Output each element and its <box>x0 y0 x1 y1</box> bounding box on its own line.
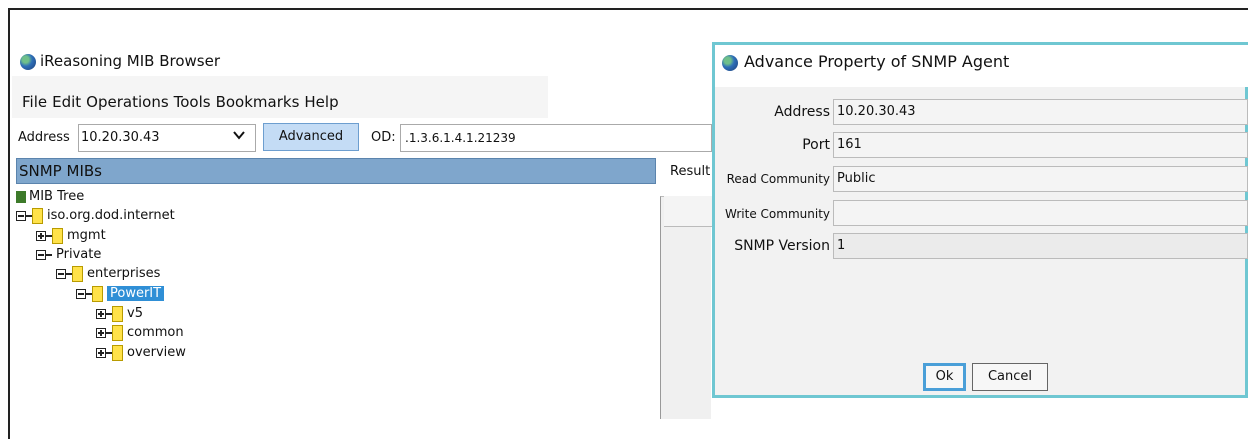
folder-icon <box>112 305 123 322</box>
write-community-label: Write Community <box>725 207 830 221</box>
tree-node-label: MIB Tree <box>29 189 85 204</box>
tree-node-common[interactable]: common <box>96 324 184 344</box>
read-community-field[interactable]: Public <box>833 166 1248 192</box>
result-panel <box>660 196 711 419</box>
snmp-version-label: SNMP Version <box>734 238 830 254</box>
address-value: 10.20.30.43 <box>81 130 160 145</box>
expand-icon[interactable] <box>36 230 46 241</box>
collapse-icon[interactable] <box>36 249 46 260</box>
address-field[interactable]: 10.20.30.43 <box>833 99 1248 125</box>
menu-operations[interactable]: Operations <box>86 93 168 111</box>
folder-icon <box>112 344 123 361</box>
expand-icon[interactable] <box>96 308 106 319</box>
tree-node-enterprises[interactable]: enterprises <box>56 265 160 285</box>
result-tab[interactable]: Result <box>670 164 710 179</box>
ok-button[interactable]: Ok <box>923 363 966 391</box>
folder-icon <box>52 227 63 244</box>
tree-node-powerit[interactable]: PowerIT <box>76 285 165 305</box>
folder-icon <box>92 285 103 302</box>
tree-node-label: mgmt <box>67 228 106 243</box>
tree-node-v5[interactable]: v5 <box>96 305 143 325</box>
dialog-title: Advance Property of SNMP Agent <box>722 52 1009 71</box>
tree-node-mgmt[interactable]: mgmt <box>36 227 106 247</box>
chevron-down-icon[interactable] <box>233 129 245 141</box>
tree-root-icon <box>16 190 26 203</box>
folder-icon <box>112 324 123 341</box>
tree-node-label: overview <box>127 345 186 360</box>
folder-icon <box>72 265 83 282</box>
menu-tools[interactable]: Tools <box>174 93 211 111</box>
dialog-title-text: Advance Property of SNMP Agent <box>744 52 1010 71</box>
collapse-icon[interactable] <box>76 288 86 299</box>
port-field-label: Port <box>802 137 830 153</box>
window-title-text: iReasoning MIB Browser <box>40 52 221 70</box>
cancel-button[interactable]: Cancel <box>972 363 1048 391</box>
menu-file[interactable]: File <box>22 93 47 111</box>
tree-node-label-selected: PowerIT <box>107 286 165 301</box>
result-table-header <box>664 196 712 227</box>
main-window-title: iReasoning MIB Browser <box>20 52 220 70</box>
collapse-icon[interactable] <box>16 210 26 221</box>
port-field[interactable]: 161 <box>833 132 1248 158</box>
folder-icon <box>32 207 43 224</box>
read-community-label: Read Community <box>726 172 830 186</box>
tree-node-label: Private <box>56 247 102 262</box>
menubar: File Edit Operations Tools Bookmarks Help <box>22 93 344 111</box>
tree-node-label: v5 <box>127 306 143 321</box>
tree-root[interactable]: MIB Tree <box>16 188 84 208</box>
address-label: Address <box>18 130 70 145</box>
globe-icon <box>20 53 36 70</box>
mib-tree: MIB Tree iso.org.dod.internet mgmt Priva… <box>16 188 656 418</box>
tree-node-label: enterprises <box>87 266 161 281</box>
tree-node-private[interactable]: Private <box>36 246 101 266</box>
tree-node-label: iso.org.dod.internet <box>47 208 175 223</box>
globe-icon <box>722 54 738 71</box>
tree-node-overview[interactable]: overview <box>96 344 186 364</box>
oid-input[interactable]: .1.3.6.1.4.1.21239 <box>400 124 712 152</box>
snmp-version-field[interactable]: 1 <box>833 233 1248 259</box>
oid-label: OD: <box>371 130 396 145</box>
tree-node-iso[interactable]: iso.org.dod.internet <box>16 207 175 227</box>
menu-help[interactable]: Help <box>304 93 338 111</box>
expand-icon[interactable] <box>96 347 106 358</box>
address-field-label: Address <box>774 104 830 120</box>
menu-edit[interactable]: Edit <box>52 93 81 111</box>
write-community-field[interactable] <box>833 200 1248 226</box>
address-combobox[interactable]: 10.20.30.43 <box>78 124 256 152</box>
menu-bookmarks[interactable]: Bookmarks <box>216 93 300 111</box>
collapse-icon[interactable] <box>56 268 66 279</box>
snmp-mibs-header: SNMP MIBs <box>16 158 656 184</box>
expand-icon[interactable] <box>96 327 106 338</box>
advanced-button[interactable]: Advanced <box>263 123 359 151</box>
tree-node-label: common <box>127 325 184 340</box>
